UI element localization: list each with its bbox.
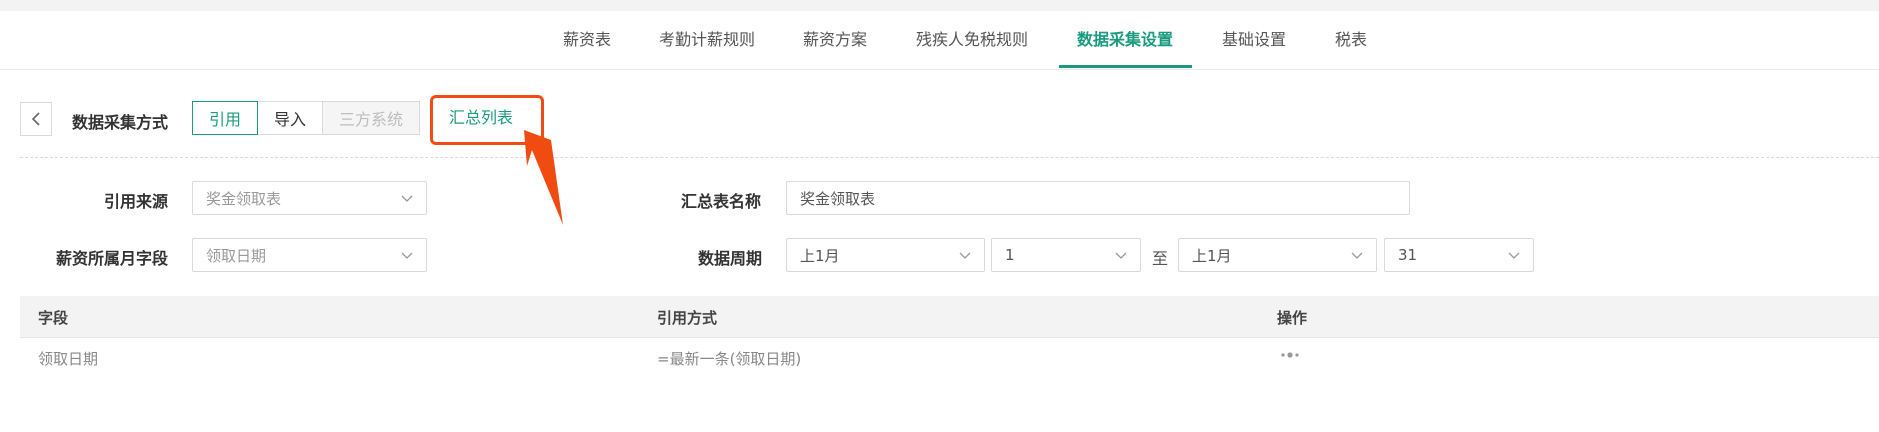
column-header-actions: 操作 — [1277, 309, 1308, 327]
tab-tax-table[interactable]: 税表 — [1335, 11, 1367, 69]
chevron-down-icon — [1115, 252, 1127, 259]
divider — [20, 157, 1879, 158]
tab-salary-sheet[interactable]: 薪资表 — [563, 11, 611, 69]
tab-data-collection-settings[interactable]: 数据采集设置 — [1077, 11, 1173, 69]
tab-disability-tax-rules[interactable]: 残疾人免税规则 — [916, 11, 1028, 69]
chevron-down-icon — [401, 252, 413, 259]
period-end-month-value: 上1月 — [1192, 246, 1232, 265]
collect-option-reference[interactable]: 引用 — [192, 101, 258, 135]
month-field-select-placeholder: 领取日期 — [206, 246, 267, 265]
period-label: 数据周期 — [698, 249, 763, 268]
summary-name-input[interactable]: 奖金领取表 — [786, 181, 1410, 215]
period-start-month-select[interactable]: 上1月 — [786, 238, 985, 272]
period-start-day-value: 1 — [1005, 246, 1015, 264]
source-label: 引用来源 — [104, 192, 169, 211]
row-method: =最新一条(领取日期) — [657, 350, 802, 368]
chevron-left-icon — [31, 112, 40, 126]
tab-attendance-rules[interactable]: 考勤计薪规则 — [659, 11, 755, 69]
column-header-method: 引用方式 — [657, 309, 718, 327]
source-select-placeholder: 奖金领取表 — [206, 189, 282, 208]
source-select[interactable]: 奖金领取表 — [192, 181, 427, 215]
month-field-label: 薪资所属月字段 — [56, 249, 169, 268]
top-strip — [0, 0, 1879, 11]
back-button[interactable] — [20, 102, 52, 136]
chevron-down-icon — [959, 252, 971, 259]
tab-basic-settings[interactable]: 基础设置 — [1222, 11, 1286, 69]
collect-method-label: 数据采集方式 — [72, 113, 169, 132]
chevron-down-icon — [401, 195, 413, 202]
collect-option-import[interactable]: 导入 — [257, 101, 323, 135]
period-start-month-value: 上1月 — [800, 246, 840, 265]
highlight-box — [430, 95, 544, 145]
collect-option-third-party[interactable]: 三方系统 — [322, 101, 420, 135]
tab-bar: 薪资表 考勤计薪规则 薪资方案 残疾人免税规则 数据采集设置 基础设置 税表 — [0, 11, 1879, 70]
summary-name-label: 汇总表名称 — [681, 192, 762, 211]
more-dots-icon[interactable] — [1279, 348, 1301, 362]
tab-salary-plan[interactable]: 薪资方案 — [803, 11, 867, 69]
month-field-select[interactable]: 领取日期 — [192, 238, 427, 272]
summary-name-value: 奖金领取表 — [800, 189, 876, 208]
chevron-down-icon — [1351, 252, 1363, 259]
table-row: 领取日期 =最新一条(领取日期) — [20, 338, 1879, 378]
chevron-down-icon — [1508, 252, 1520, 259]
period-start-day-select[interactable]: 1 — [991, 238, 1141, 272]
column-header-field: 字段 — [38, 309, 69, 327]
period-to-label: 至 — [1152, 249, 1169, 268]
period-end-day-value: 31 — [1398, 246, 1418, 264]
active-tab-indicator — [1059, 65, 1192, 68]
table-header: 字段 引用方式 操作 — [20, 296, 1879, 338]
period-end-day-select[interactable]: 31 — [1384, 238, 1534, 272]
row-field: 领取日期 — [38, 350, 99, 368]
period-end-month-select[interactable]: 上1月 — [1178, 238, 1377, 272]
